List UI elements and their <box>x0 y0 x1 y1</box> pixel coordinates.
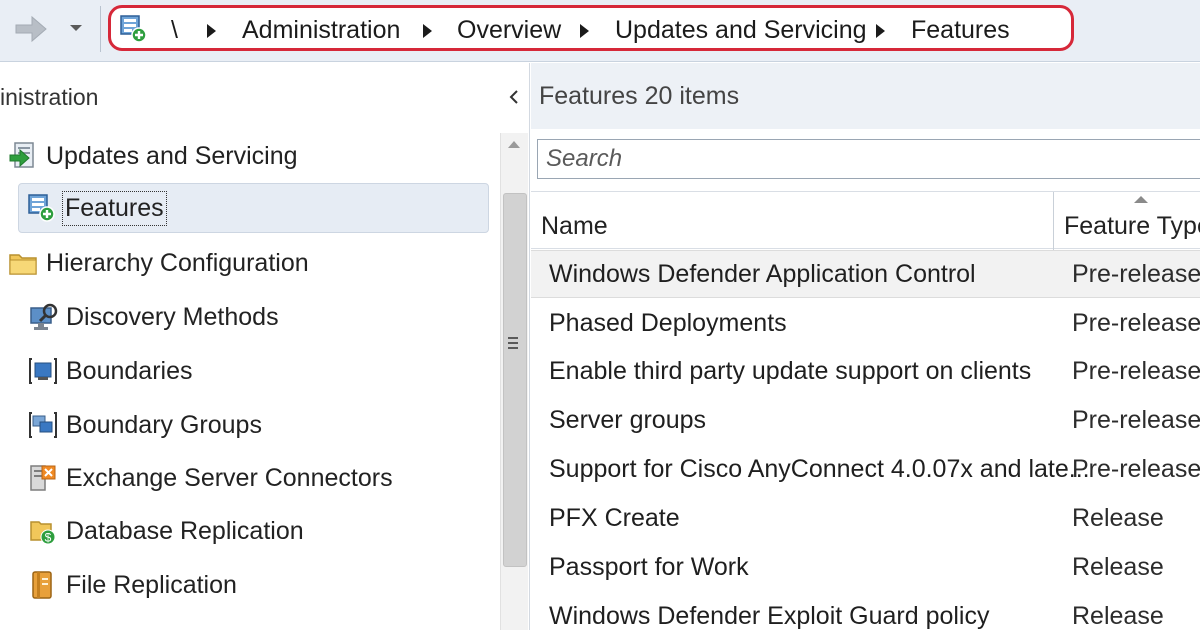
file-replication-icon <box>32 571 52 599</box>
tree-item-boundaries[interactable]: Boundaries <box>28 346 192 396</box>
table-row[interactable]: Phased Deployments Pre-release <box>531 300 1200 348</box>
toolbar-divider <box>100 6 101 52</box>
row-feature-type: Pre-release <box>1072 309 1200 337</box>
collapse-pane-button[interactable] <box>506 87 522 107</box>
tree-item-label: Features <box>62 190 167 226</box>
tree-item-exchange-server-connectors[interactable]: Exchange Server Connectors <box>28 453 393 503</box>
tree-item-label: Updates and Servicing <box>46 141 298 170</box>
tree-item-hierarchy-configuration[interactable]: Hierarchy Configuration <box>8 238 309 288</box>
row-feature-type: Release <box>1072 602 1164 630</box>
breadcrumb-item-features[interactable]: Features <box>911 15 1010 45</box>
scrollbar-grip-icon <box>508 337 518 352</box>
forward-button[interactable] <box>4 8 56 50</box>
row-name: Passport for Work <box>549 553 749 581</box>
scrollbar-thumb[interactable] <box>503 193 527 567</box>
updates-servicing-icon <box>9 142 34 168</box>
row-name: Enable third party update support on cli… <box>549 357 1032 385</box>
chevron-left-icon <box>509 90 518 104</box>
row-feature-type: Pre-release <box>1072 357 1200 385</box>
row-name: Support for Cisco AnyConnect 4.0.07x and… <box>549 455 1090 483</box>
column-divider[interactable] <box>1053 192 1054 250</box>
tree-item-file-replication[interactable]: File Replication <box>28 560 237 610</box>
navigation-scrollbar[interactable] <box>500 133 528 630</box>
tree-item-database-replication[interactable]: $ Database Replication <box>28 506 304 556</box>
breadcrumb-separator-icon[interactable] <box>876 24 885 38</box>
tree-item-boundary-groups[interactable]: Boundary Groups <box>28 400 262 450</box>
pane-title: inistration <box>0 84 99 110</box>
sort-ascending-icon <box>1134 196 1148 203</box>
row-name: Server groups <box>549 406 707 434</box>
table-row[interactable]: PFX Create Release <box>531 495 1200 543</box>
row-feature-type: Pre-release <box>1072 406 1200 434</box>
row-feature-type: Pre-release <box>1072 260 1200 288</box>
tree-item-updates-and-servicing[interactable]: Updates and Servicing <box>8 131 298 181</box>
boundary-groups-icon <box>29 412 57 438</box>
scroll-up-icon[interactable] <box>508 141 520 148</box>
row-name: Windows Defender Exploit Guard policy <box>549 602 990 630</box>
content-title: Features 20 items <box>539 82 740 110</box>
column-header-name[interactable]: Name <box>541 212 608 241</box>
table-row[interactable]: Support for Cisco AnyConnect 4.0.07x and… <box>531 446 1200 494</box>
table-row[interactable]: Windows Defender Exploit Guard policy Re… <box>531 593 1200 630</box>
tree-item-label: Exchange Server Connectors <box>66 463 393 492</box>
table-row[interactable]: Enable third party update support on cli… <box>531 348 1200 396</box>
table-row[interactable]: Passport for Work Release <box>531 544 1200 592</box>
search-box <box>537 139 1200 179</box>
features-icon <box>28 194 55 222</box>
content-header: Features 20 items <box>531 63 1200 129</box>
breadcrumb: \ Administration Overview Updates and Se… <box>108 5 1074 51</box>
row-name: Windows Defender Application Control <box>549 260 976 288</box>
content-pane: Features 20 items Name Feature Type Wind… <box>531 63 1200 630</box>
row-feature-type: Release <box>1072 553 1164 581</box>
discovery-methods-icon <box>30 303 58 330</box>
database-replication-icon: $ <box>30 521 56 545</box>
tree-item-discovery-methods[interactable]: Discovery Methods <box>28 292 279 342</box>
tree-item-label: Discovery Methods <box>66 302 279 331</box>
table-row[interactable]: Server groups Pre-release <box>531 397 1200 445</box>
search-input[interactable] <box>538 140 1200 178</box>
row-feature-type: Pre-release <box>1072 455 1200 483</box>
boundaries-icon <box>29 358 57 384</box>
tree-item-label: File Replication <box>66 570 237 599</box>
breadcrumb-root[interactable]: \ <box>171 15 178 45</box>
forward-arrow-icon <box>15 15 47 43</box>
navigation-pane: inistration Updates and Servicing Featur… <box>0 63 530 630</box>
table-row[interactable]: Windows Defender Application Control Pre… <box>531 250 1200 298</box>
breadcrumb-separator-icon[interactable] <box>580 24 589 38</box>
row-feature-type: Release <box>1072 504 1164 532</box>
breadcrumb-separator-icon[interactable] <box>207 24 216 38</box>
features-icon <box>120 15 147 43</box>
history-dropdown-button[interactable] <box>64 18 88 38</box>
svg-text:$: $ <box>45 531 52 545</box>
navigation-bar: \ Administration Overview Updates and Se… <box>0 0 1200 62</box>
breadcrumb-item-administration[interactable]: Administration <box>242 15 400 45</box>
row-name: Phased Deployments <box>549 309 787 337</box>
tree-item-label: Hierarchy Configuration <box>46 248 309 277</box>
exchange-connector-icon <box>30 465 56 491</box>
tree-item-label: Database Replication <box>66 516 304 545</box>
breadcrumb-separator-icon[interactable] <box>423 24 432 38</box>
column-header-feature-type[interactable]: Feature Type <box>1064 212 1200 241</box>
tree-item-features[interactable]: Features <box>18 183 489 233</box>
table-header: Name Feature Type <box>531 191 1200 250</box>
tree-item-label: Boundaries <box>66 356 193 385</box>
row-name: PFX Create <box>549 504 680 532</box>
breadcrumb-item-updates-and-servicing[interactable]: Updates and Servicing <box>615 15 867 45</box>
folder-icon <box>9 254 37 275</box>
breadcrumb-item-overview[interactable]: Overview <box>457 15 561 45</box>
tree-item-label: Boundary Groups <box>66 410 262 439</box>
chevron-down-icon <box>70 25 82 31</box>
